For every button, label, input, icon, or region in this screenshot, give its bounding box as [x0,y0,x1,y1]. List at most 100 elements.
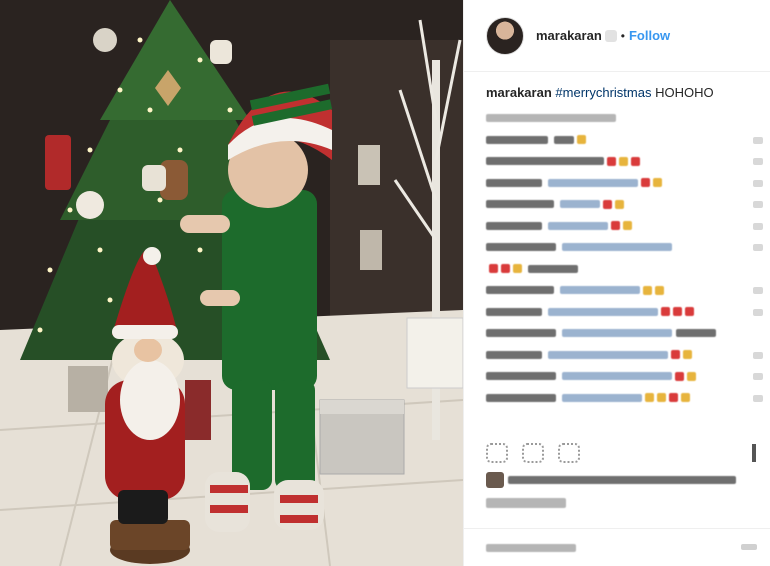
comment-user-blurred[interactable] [486,135,548,144]
wall-frame [358,145,380,185]
comment-mention-blurred[interactable] [562,329,672,337]
comment-row [486,302,763,322]
comment-mention-blurred[interactable] [548,307,658,316]
comment-row [486,130,763,150]
comment-mention-blurred[interactable] [548,221,608,230]
comment-user-blurred[interactable] [486,393,556,402]
caption-hashtag[interactable]: #merrychristmas [555,85,651,100]
bookmark-icon[interactable] [752,444,756,462]
comment-row [486,323,756,343]
emoji-icon [603,199,612,209]
add-comment-placeholder-blurred[interactable] [486,543,576,552]
post-photo-svg [0,0,463,566]
heart-icon[interactable] [753,244,763,251]
emoji-icon [513,264,522,273]
comment-mention-blurred[interactable] [562,243,672,251]
emoji-icon [501,264,510,273]
post-caption: marakaran #merrychristmas HOHOHO [486,85,756,100]
post-photo[interactable] [0,0,463,566]
gift-box [68,366,108,412]
heart-icon[interactable] [753,201,763,208]
comment-user-blurred[interactable] [486,243,556,251]
more-options-icon[interactable] [741,544,757,550]
post-header: marakaran • Follow [464,0,770,72]
emoji-icon [653,178,662,187]
comment-user-blurred[interactable] [486,350,542,359]
post-actions [486,440,756,466]
emoji-icon [623,221,632,230]
comment-row [486,151,763,171]
emoji-icon [631,156,640,166]
comment-user-blurred[interactable] [486,286,554,294]
comment-user-blurred[interactable] [486,157,604,165]
comment-mention-blurred[interactable] [548,350,668,359]
emoji-icon [607,156,616,166]
comment-row [486,388,763,408]
emoji-icon [615,199,624,209]
wall-panel [330,40,463,340]
share-icon[interactable] [558,443,580,463]
comment-mention-blurred[interactable] [562,393,642,402]
comment-user-blurred[interactable] [486,178,542,187]
emoji-icon [619,156,628,166]
add-comment-bar[interactable] [464,528,770,566]
post-time-blurred[interactable] [486,498,566,508]
emoji-icon [655,285,664,295]
liker-avatar[interactable] [486,472,504,488]
likes-row [486,470,756,490]
comment-mention-blurred[interactable] [562,372,672,380]
comment-row [486,216,763,236]
emoji-icon [643,285,652,295]
lightbox-sign [406,317,463,389]
comment-meta-blurred [486,114,616,122]
heart-icon[interactable] [753,287,763,294]
comment-user-blurred[interactable] [486,372,556,380]
comment-row [486,259,756,279]
heart-icon[interactable] [753,394,763,402]
separator-dot: • [620,28,625,43]
emoji-icon [685,307,694,316]
emoji-icon [675,371,684,381]
emoji-icon [687,371,696,381]
emoji-icon [673,307,682,316]
caption-text: HOHOHO [655,85,714,100]
comment-user-blurred[interactable] [486,221,542,230]
emoji-icon [681,393,690,402]
follow-button[interactable]: Follow [629,28,670,43]
emoji-icon [669,393,678,402]
emoji-icon [661,307,670,316]
comment-text-blurred [676,329,716,337]
emoji-icon [671,350,680,359]
username-link[interactable]: marakaran [536,28,602,43]
emoji-icon [611,221,620,230]
likes-text-blurred[interactable] [508,476,736,484]
caption-username[interactable]: marakaran [486,85,552,100]
emoji-icon [645,393,654,402]
comment-row [486,345,763,365]
emoji-icon [489,264,498,273]
heart-icon[interactable] [753,158,763,165]
comment-mention-blurred[interactable] [548,178,638,187]
comment-user-blurred[interactable] [486,307,542,316]
comment-text-blurred [554,135,574,144]
comment-icon[interactable] [522,443,544,463]
heart-icon[interactable] [753,222,763,230]
heart-icon[interactable] [753,351,763,359]
profile-avatar[interactable] [486,16,524,55]
comment-mention-blurred[interactable] [560,200,600,208]
wall-frame-2 [360,230,382,270]
comment-user-blurred[interactable] [486,200,554,208]
comment-row [486,366,763,386]
comment-mention-blurred[interactable] [560,286,640,294]
emoji-icon [577,135,586,144]
comment-user-blurred[interactable] [486,329,556,337]
heart-icon[interactable] [753,373,763,380]
comment-row [486,173,763,193]
heart-icon[interactable] [753,308,763,316]
heart-icon[interactable] [753,136,763,144]
heart-icon[interactable] [753,179,763,187]
post-sidebar: marakaran • Follow marakaran #merrychris… [463,0,770,566]
heart-icon[interactable] [486,443,508,463]
comment-row [486,280,763,300]
comment-list [486,108,763,409]
